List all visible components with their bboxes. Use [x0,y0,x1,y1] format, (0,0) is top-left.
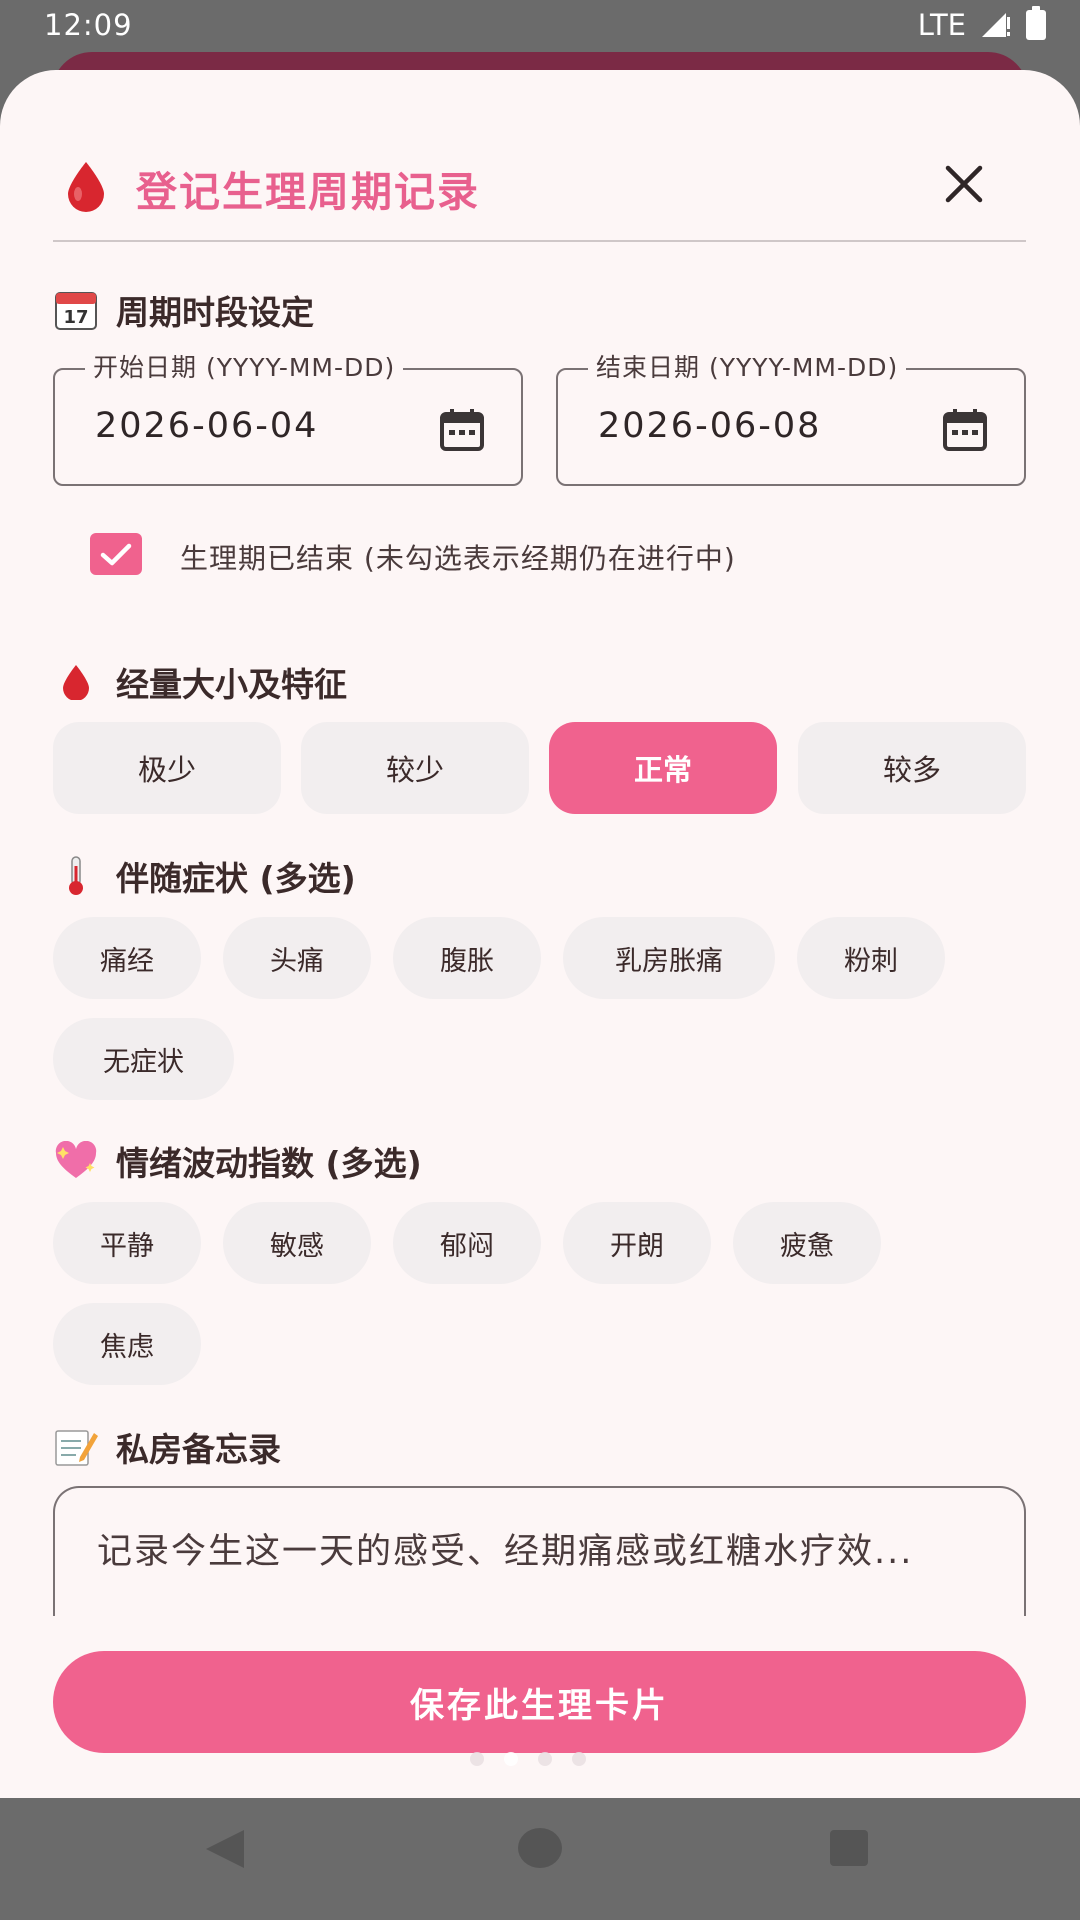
section-title-period: 17 周期时段设定 [54,286,314,334]
mood-chip[interactable]: 焦虑 [53,1303,201,1385]
section-title-memo: 私房备忘录 [54,1423,281,1471]
calendar-picker-icon[interactable] [942,408,988,452]
sparkling-heart-icon [54,1139,98,1183]
memo-placeholder: 记录今生这一天的感受、经期痛感或红糖水疗效... [97,1532,914,1572]
start-date-value[interactable]: 2026-06-04 [95,406,318,446]
dialog-header: 登记生理周期记录 [54,140,1026,240]
section-title-text: 周期时段设定 [116,293,314,332]
network-type: LTE [917,8,966,42]
section-title-symptoms: 伴随症状 (多选) [54,852,356,900]
status-bar: 12:09 LTE [0,0,1080,50]
start-date-field[interactable]: 开始日期 (YYYY-MM-DD) 2026-06-04 [53,348,523,486]
end-date-label: 结束日期 (YYYY-MM-DD) [588,348,907,384]
home-icon[interactable] [518,1828,562,1868]
flow-option-light[interactable]: 较少 [301,722,529,814]
section-title-mood: 情绪波动指数 (多选) [54,1137,422,1185]
page-indicator [470,1752,586,1766]
period-ended-label[interactable]: 生理期已结束 (未勾选表示经期仍在进行中) [180,537,736,577]
mood-chip[interactable]: 敏感 [223,1202,371,1284]
symptom-chip[interactable]: 痛经 [53,917,201,999]
section-title-text: 私房备忘录 [116,1430,281,1469]
end-date-value[interactable]: 2026-06-08 [598,406,821,446]
section-title-flow: 经量大小及特征 [54,658,347,706]
start-date-label: 开始日期 (YYYY-MM-DD) [85,348,404,384]
flow-option-normal[interactable]: 正常 [549,722,777,814]
calendar-picker-icon[interactable] [439,408,485,452]
symptom-chip[interactable]: 粉刺 [797,917,945,999]
symptom-chip[interactable]: 头痛 [223,917,371,999]
section-title-text: 伴随症状 (多选) [116,859,356,898]
blood-drop-icon [54,660,98,704]
check-icon [100,543,132,566]
mood-chip[interactable]: 开朗 [563,1202,711,1284]
flow-option-very-light[interactable]: 极少 [53,722,281,814]
signal-icon [982,13,1010,37]
memo-icon [54,1425,98,1469]
thermometer-icon [54,854,98,898]
end-date-field[interactable]: 结束日期 (YYYY-MM-DD) 2026-06-08 [556,348,1026,486]
mood-chip[interactable]: 平静 [53,1202,201,1284]
dialog-title: 登记生理周期记录 [136,168,480,216]
back-icon[interactable] [206,1830,244,1868]
page-dot [538,1752,552,1766]
page-dot [572,1752,586,1766]
mood-chip[interactable]: 郁闷 [393,1202,541,1284]
symptom-chip[interactable]: 乳房胀痛 [563,917,775,999]
recent-apps-icon[interactable] [830,1830,868,1866]
header-divider [53,240,1026,242]
calendar-icon: 17 [54,288,98,332]
symptom-chip[interactable]: 无症状 [53,1018,234,1100]
mood-chip[interactable]: 疲惫 [733,1202,881,1284]
section-title-text: 经量大小及特征 [116,665,347,704]
battery-icon [1026,6,1046,40]
status-time: 12:09 [44,8,133,42]
close-icon[interactable] [936,156,992,212]
blood-drop-icon [68,162,104,212]
section-title-text: 情绪波动指数 (多选) [116,1144,422,1183]
page-dot [470,1752,484,1766]
page-dot-active [504,1752,518,1766]
symptom-chip[interactable]: 腹胀 [393,917,541,999]
svg-text:17: 17 [63,307,88,328]
period-ended-checkbox[interactable] [90,533,142,575]
memo-textarea[interactable]: 记录今生这一天的感受、经期痛感或红糖水疗效... [53,1486,1026,1636]
scroll-fade [0,1616,1080,1646]
save-button[interactable]: 保存此生理卡片 [53,1651,1026,1753]
flow-option-heavy[interactable]: 较多 [798,722,1026,814]
